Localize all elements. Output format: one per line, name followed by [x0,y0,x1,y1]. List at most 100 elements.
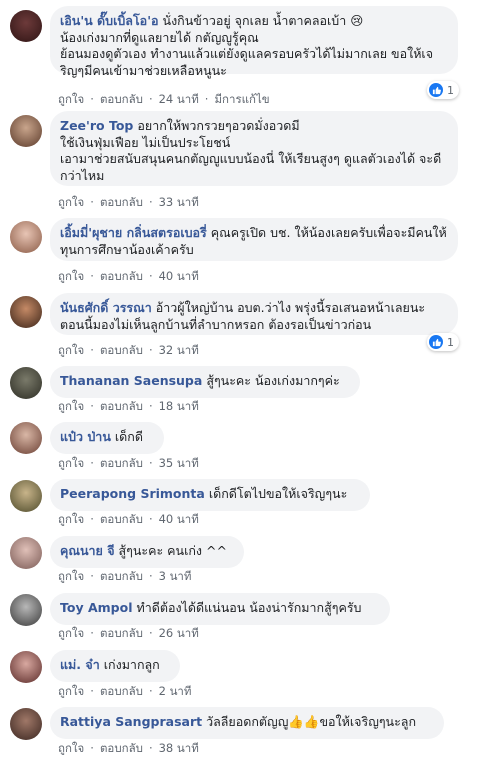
comment-time[interactable]: 24 นาที [159,92,199,106]
comment-author[interactable]: Peerapong Srimonta [60,486,205,501]
avatar[interactable] [10,480,42,512]
comment-actions: ถูกใจ · ตอบกลับ · 18 นาที [58,398,199,416]
comment-text: ทำดีต้องได้ดีแน่นอน น้องน่ารักมากสู้ๆครั… [136,600,362,615]
reply-link[interactable]: ตอบกลับ [100,741,143,755]
reply-link[interactable]: ตอบกลับ [100,269,143,283]
separator: · [148,626,153,640]
comment-author[interactable]: Zee'ro Top [60,118,133,133]
comment-time[interactable]: 33 นาที [159,195,199,209]
avatar[interactable] [10,651,42,683]
comment-author[interactable]: Rattiya Sangprasart [60,714,202,729]
avatar[interactable] [10,537,42,569]
separator: · [90,626,94,640]
comment-author[interactable]: Thananan Saensupa [60,373,202,388]
reaction-count[interactable]: 1 [427,333,459,351]
reply-link[interactable]: ตอบกลับ [100,626,143,640]
avatar[interactable] [10,594,42,626]
separator: · [148,195,153,209]
avatar[interactable] [10,296,42,328]
like-link[interactable]: ถูกใจ [58,195,84,209]
like-link[interactable]: ถูกใจ [58,343,84,357]
comment-bubble: Toy Ampol ทำดีต้องได้ดีแน่นอน น้องน่ารักม… [50,593,390,625]
like-link[interactable]: ถูกใจ [58,684,84,698]
comment-time[interactable]: 2 นาที [159,684,192,698]
avatar[interactable] [10,221,42,253]
comment-text: เด็กดีโตไปขอให้เจริญๆนะ [208,486,348,501]
like-link[interactable]: ถูกใจ [58,626,84,640]
comment-author[interactable]: Toy Ampol [60,600,132,615]
separator: · [148,512,153,526]
comment-bubble: แม่. จ๋า เก่งมากลูก [50,650,180,682]
comment-time[interactable]: 18 นาที [159,399,199,413]
comment-actions: ถูกใจ · ตอบกลับ · 40 นาที [58,268,199,286]
comment-author[interactable]: แป๋ว ป่าน [60,429,111,444]
reaction-number: 1 [447,83,454,97]
like-reaction-icon [429,335,443,349]
like-link[interactable]: ถูกใจ [58,399,84,413]
like-link[interactable]: ถูกใจ [58,269,84,283]
comment-bubble: แป๋ว ป่าน เด็กดี [50,422,164,454]
separator: · [90,741,94,755]
separator: · [148,569,153,583]
separator: · [90,195,94,209]
reply-link[interactable]: ตอบกลับ [100,399,143,413]
like-link[interactable]: ถูกใจ [58,741,84,755]
comment-bubble: Peerapong Srimonta เด็กดีโตไปขอให้เจริญๆน… [50,479,370,511]
comment-author[interactable]: เอิ้มมี่'ผุชาย กลิ่นสตรอเบอรี่ [60,225,207,240]
reply-link[interactable]: ตอบกลับ [100,512,143,526]
comment-bubble: Zee'ro Top อยากให้พวกรวยๆอวดมั่งอวดมี ใช้… [50,111,458,186]
comment-actions: ถูกใจ · ตอบกลับ · 2 นาที [58,683,191,701]
comment-actions: ถูกใจ · ตอบกลับ · 24 นาที · มีการแก้ไข [58,91,270,109]
comment-bubble: เอิน'น ดั๊บเบิ้ลโอ'อ นั่งกินข้าวอยู่ จุกเ… [50,6,458,78]
comment-time[interactable]: 3 นาที [159,569,192,583]
avatar[interactable] [10,422,42,454]
separator: · [148,684,153,698]
comment-text: วัลลียอดกตัญญู👍👍ขอให้เจริญๆนะลูก [206,714,417,729]
comment-bubble: Thananan Saensupa สู้ๆนะคะ น้องเก่งมากๆค่… [50,366,360,398]
separator: · [148,269,153,283]
avatar[interactable] [10,115,42,147]
reply-link[interactable]: ตอบกลับ [100,343,143,357]
comment-time[interactable]: 26 นาที [159,626,199,640]
separator: · [148,741,153,755]
separator: · [148,399,153,413]
comment-author[interactable]: นันธศักดิ์ วรรณา [60,300,152,315]
like-link[interactable]: ถูกใจ [58,512,84,526]
comment-time[interactable]: 35 นาที [159,456,199,470]
comment-actions: ถูกใจ · ตอบกลับ · 3 นาที [58,568,191,586]
reply-link[interactable]: ตอบกลับ [100,684,143,698]
comment-author[interactable]: เอิน'น ดั๊บเบิ้ลโอ'อ [60,13,159,28]
separator: · [148,92,153,106]
reaction-count[interactable]: 1 [427,81,459,99]
comment-text: เด็กดี [114,429,143,444]
avatar[interactable] [10,10,42,42]
separator: · [90,269,94,283]
reply-link[interactable]: ตอบกลับ [100,456,143,470]
comment-bubble: เอิ้มมี่'ผุชาย กลิ่นสตรอเบอรี่ คุณครูเปิด… [50,218,458,261]
comment-author[interactable]: แม่. จ๋า [60,657,100,672]
reply-link[interactable]: ตอบกลับ [100,92,143,106]
comment-text: สู้ๆนะคะ คนเก่ง ^^ [118,543,227,558]
comment-time[interactable]: 38 นาที [159,741,199,755]
avatar[interactable] [10,367,42,399]
separator: · [90,343,94,357]
comment-bubble: คุณนาย จี สู้ๆนะคะ คนเก่ง ^^ [50,536,244,568]
comment-time[interactable]: 40 นาที [159,512,199,526]
separator: · [204,92,209,106]
like-link[interactable]: ถูกใจ [58,92,84,106]
reaction-number: 1 [447,335,454,349]
like-reaction-icon [429,83,443,97]
reply-link[interactable]: ตอบกลับ [100,195,143,209]
comment-time[interactable]: 40 นาที [159,269,199,283]
like-link[interactable]: ถูกใจ [58,456,84,470]
comment-time[interactable]: 32 นาที [159,343,199,357]
separator: · [90,569,94,583]
comment-text: เก่งมากลูก [103,657,160,672]
edited-label[interactable]: มีการแก้ไข [214,92,269,106]
like-link[interactable]: ถูกใจ [58,569,84,583]
reply-link[interactable]: ตอบกลับ [100,569,143,583]
separator: · [148,343,153,357]
avatar[interactable] [10,708,42,740]
comment-author[interactable]: คุณนาย จี [60,543,115,558]
separator: · [90,399,94,413]
